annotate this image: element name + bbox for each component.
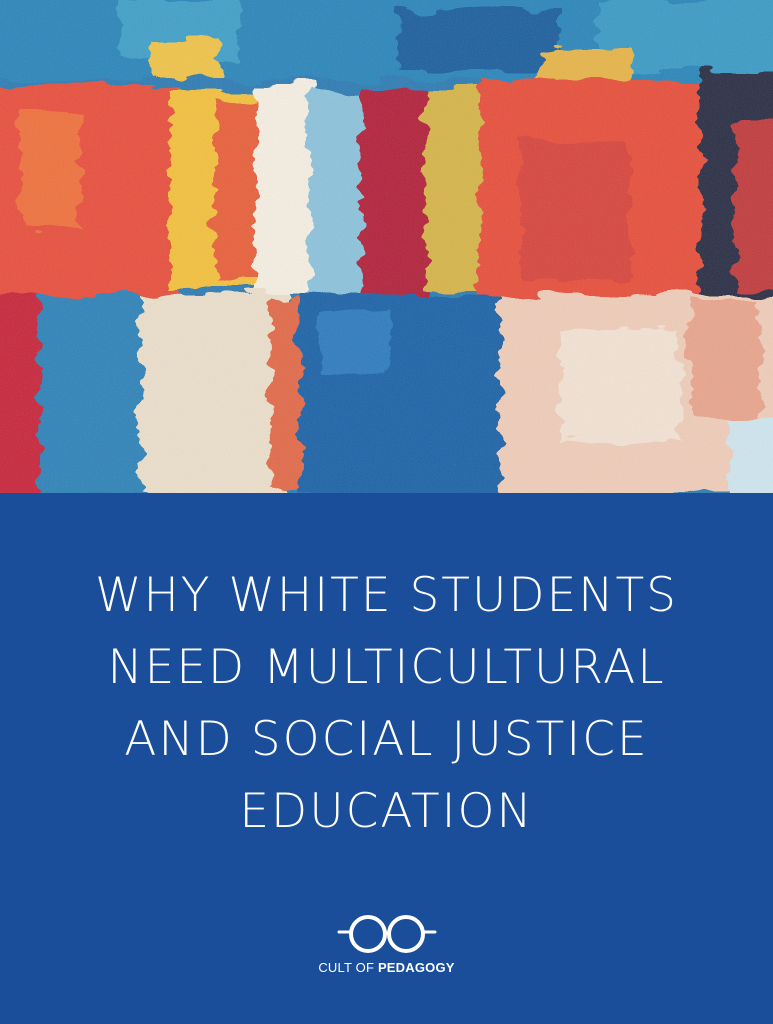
title-line: AND SOCIAL JUSTICE — [124, 712, 649, 767]
brand-name-bold: PEDAGOGY — [377, 960, 455, 975]
abstract-painting-image — [0, 0, 773, 493]
title-line: NEED MULTICULTURAL — [107, 640, 666, 695]
glasses-icon — [337, 915, 436, 953]
cover-title: WHY WHITE STUDENTS NEED MULTICULTURAL AN… — [30, 560, 743, 848]
brand-name-light: CULT OF — [318, 960, 378, 975]
title-line: WHY WHITE STUDENTS — [94, 568, 679, 623]
title-line: EDUCATION — [239, 784, 534, 839]
cover-page: WHY WHITE STUDENTS NEED MULTICULTURAL AN… — [0, 0, 773, 1024]
brand-logo: CULT OF PEDAGOGY — [0, 912, 773, 975]
brand-name: CULT OF PEDAGOGY — [0, 960, 773, 975]
